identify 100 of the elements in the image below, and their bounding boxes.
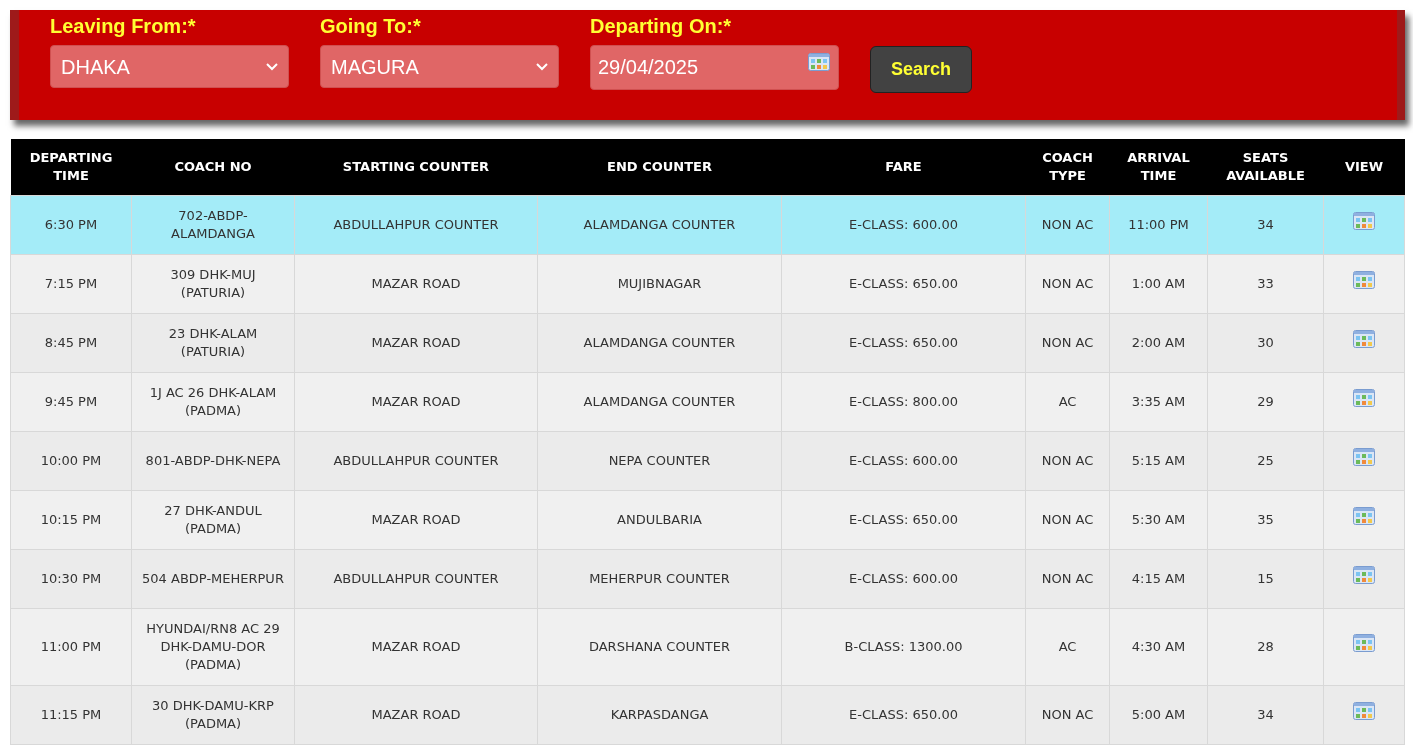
coach-type-cell: NON AC <box>1041 216 1094 232</box>
column-header: FARE <box>885 158 922 174</box>
arrival-time-cell: 2:00 AM <box>1131 334 1186 350</box>
end-counter-cell: ANDULBARIA <box>617 511 702 527</box>
fare-cell: E-CLASS: 650.00 <box>849 334 958 350</box>
chevron-down-icon <box>266 62 278 71</box>
departure-time-cell: 6:30 PM <box>44 216 98 232</box>
seats-cell: 29 <box>1257 393 1274 409</box>
column-header: SEATS AVAILABLE <box>1226 149 1305 183</box>
column-header: ARRIVAL TIME <box>1127 149 1190 183</box>
trip-row[interactable]: 9:45 PM 1J AC 26 DHK-ALAM (PADMA) MAZAR ROAD ALAMDANGA COUNTER E-CLASS: 800.00 AC 3:35 AM 29 <box>10 372 1405 431</box>
trip-row[interactable]: 8:45 PM 23 DHK-ALAM (PATURIA) MAZAR ROAD ALAMDANGA COUNTER E-CLASS: 650.00 NON AC 2:00 AM 30 <box>10 313 1405 372</box>
calendar-icon <box>808 52 830 72</box>
chevron-down-icon <box>536 62 548 71</box>
field-label: Going To:* <box>320 14 422 39</box>
fare-cell: E-CLASS: 650.00 <box>849 275 958 291</box>
coach-number-cell: 23 DHK-ALAM (PATURIA) <box>168 325 258 359</box>
arrival-time-cell: 3:35 AM <box>1131 393 1186 409</box>
field-label: Leaving From:* <box>50 14 197 39</box>
starting-counter-cell: MAZAR ROAD <box>371 334 461 350</box>
coach-number-cell: 702-ABDP-ALAMDANGA <box>171 207 255 241</box>
departure-time-cell: 10:00 PM <box>40 452 102 468</box>
column-header: COACH TYPE <box>1042 149 1093 183</box>
coach-type-cell: NON AC <box>1041 511 1094 527</box>
seats-cell: 28 <box>1257 638 1274 654</box>
seats-cell: 30 <box>1257 334 1274 350</box>
end-counter-cell: NEPA COUNTER <box>608 452 711 468</box>
search-button[interactable]: Search <box>870 46 972 93</box>
trip-row[interactable]: 6:30 PM 702-ABDP-ALAMDANGA ABDULLAHPUR COUNTER ALAMDANGA COUNTER E-CLASS: 600.00 NON AC 11:00 PM 34 <box>10 195 1405 254</box>
coach-type-cell: NON AC <box>1041 334 1094 350</box>
seats-cell: 34 <box>1257 706 1274 722</box>
fare-cell: E-CLASS: 600.00 <box>849 216 958 232</box>
arrival-time-cell: 4:15 AM <box>1131 570 1186 586</box>
coach-type-cell: AC <box>1058 393 1077 409</box>
coach-number-cell: 309 DHK-MUJ (PATURIA) <box>170 266 256 300</box>
trip-row[interactable]: 10:30 PM 504 ABDP-MEHERPUR ABDULLAHPUR COUNTER MEHERPUR COUNTER E-CLASS: 600.00 NON AC 4:15 AM 15 <box>10 549 1405 608</box>
departure-time-cell: 11:00 PM <box>40 638 102 654</box>
arrival-time-cell: 5:15 AM <box>1131 452 1186 468</box>
calendar-grid-icon <box>1353 702 1375 720</box>
departure-time-cell: 8:45 PM <box>44 334 98 350</box>
seats-cell: 35 <box>1257 511 1274 527</box>
view-button[interactable] <box>1353 634 1375 652</box>
column-header: VIEW <box>1344 158 1384 174</box>
arrival-time-cell: 1:00 AM <box>1131 275 1186 291</box>
arrival-time-cell: 5:30 AM <box>1131 511 1186 527</box>
calendar-grid-icon <box>1353 389 1375 407</box>
coach-type-cell: NON AC <box>1041 275 1094 291</box>
view-button[interactable] <box>1353 448 1375 466</box>
calendar-grid-icon <box>1353 507 1375 525</box>
fare-cell: B-CLASS: 1300.00 <box>844 638 963 654</box>
column-header: COACH NO <box>174 158 252 174</box>
coach-type-cell: NON AC <box>1041 706 1094 722</box>
column-header: END COUNTER <box>607 158 712 174</box>
calendar-grid-icon <box>1353 566 1375 584</box>
trip-row[interactable]: 10:00 PM 801-ABDP-DHK-NEPA ABDULLAHPUR COUNTER NEPA COUNTER E-CLASS: 600.00 NON AC 5:15 AM 25 <box>10 431 1405 490</box>
coach-type-cell: AC <box>1058 638 1077 654</box>
end-counter-cell: ALAMDANGA COUNTER <box>583 216 736 232</box>
arrival-time-cell: 11:00 PM <box>1128 216 1189 232</box>
coach-number-cell: 27 DHK-ANDUL (PADMA) <box>164 502 262 536</box>
fare-cell: E-CLASS: 650.00 <box>849 706 958 722</box>
starting-counter-cell: ABDULLAHPUR COUNTER <box>333 216 499 232</box>
trip-row[interactable]: 10:15 PM 27 DHK-ANDUL (PADMA) MAZAR ROAD ANDULBARIA E-CLASS: 650.00 NON AC 5:30 AM 35 <box>10 490 1405 549</box>
calendar-grid-icon <box>1353 212 1375 230</box>
seats-cell: 25 <box>1257 452 1274 468</box>
starting-counter-cell: ABDULLAHPUR COUNTER <box>333 570 499 586</box>
fare-cell: E-CLASS: 600.00 <box>849 452 958 468</box>
end-counter-cell: DARSHANA COUNTER <box>588 638 731 654</box>
coach-number-cell: 1J AC 26 DHK-ALAM (PADMA) <box>149 384 277 418</box>
view-button[interactable] <box>1353 271 1375 289</box>
seats-cell: 34 <box>1257 216 1274 232</box>
fare-cell: E-CLASS: 800.00 <box>849 393 958 409</box>
departure-time-cell: 11:15 PM <box>40 706 102 722</box>
view-button[interactable] <box>1353 212 1375 230</box>
seats-cell: 33 <box>1257 275 1274 291</box>
departure-time-cell: 10:15 PM <box>40 511 102 527</box>
view-button[interactable] <box>1353 330 1375 348</box>
departure-time-cell: 9:45 PM <box>44 393 98 409</box>
calendar-grid-icon <box>1353 271 1375 289</box>
trip-row[interactable]: 11:00 PM HYUNDAI/RN8 AC 29 DHK-DAMU-DOR (PADMA) MAZAR ROAD DARSHANA COUNTER B-CLASS: 1300.00 AC 4:30 AM 28 <box>10 608 1405 685</box>
end-counter-cell: ALAMDANGA COUNTER <box>583 334 736 350</box>
view-button[interactable] <box>1353 389 1375 407</box>
coach-number-cell: HYUNDAI/RN8 AC 29 DHK-DAMU-DOR (PADMA) <box>146 620 280 672</box>
fare-cell: E-CLASS: 600.00 <box>849 570 958 586</box>
end-counter-cell: MUJIBNAGAR <box>617 275 702 291</box>
calendar-grid-icon <box>1353 330 1375 348</box>
starting-counter-cell: ABDULLAHPUR COUNTER <box>333 452 499 468</box>
column-header: STARTING COUNTER <box>342 158 490 174</box>
view-button[interactable] <box>1353 702 1375 720</box>
trip-row[interactable]: 11:15 PM 30 DHK-DAMU-KRP (PADMA) MAZAR ROAD KARPASDANGA E-CLASS: 650.00 NON AC 5:00 AM 34 <box>10 685 1405 744</box>
starting-counter-cell: MAZAR ROAD <box>371 638 461 654</box>
end-counter-cell: ALAMDANGA COUNTER <box>583 393 736 409</box>
calendar-grid-icon <box>1353 634 1375 652</box>
view-button[interactable] <box>1353 566 1375 584</box>
starting-counter-cell: MAZAR ROAD <box>371 393 461 409</box>
calendar-grid-icon <box>1353 448 1375 466</box>
starting-counter-cell: MAZAR ROAD <box>371 511 461 527</box>
departure-time-cell: 10:30 PM <box>40 570 102 586</box>
trip-row[interactable]: 7:15 PM 309 DHK-MUJ (PATURIA) MAZAR ROAD MUJIBNAGAR E-CLASS: 650.00 NON AC 1:00 AM 33 <box>10 254 1405 313</box>
fare-cell: E-CLASS: 650.00 <box>849 511 958 527</box>
view-button[interactable] <box>1353 507 1375 525</box>
